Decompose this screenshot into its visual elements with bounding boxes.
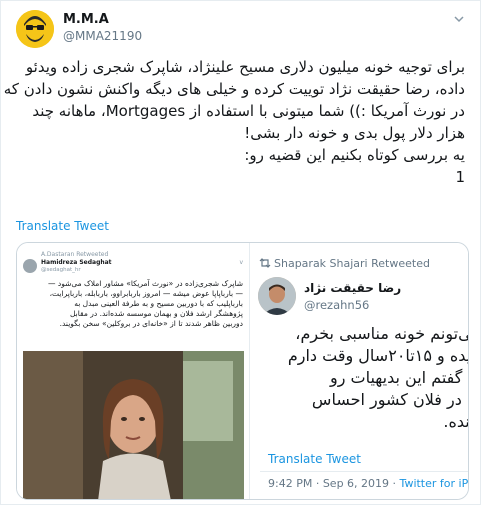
embedded-text-line: میده و ۱۵تا۲۰سال وقت دارم [287,346,468,365]
embedded-tweet-text: شاپرک شجری‌زاده در «نورث آمریکا» مشاور ا… [23,279,243,329]
embedded-text-line: نه در فلان کشور احساس [311,390,469,409]
avatar [258,277,296,315]
embedded-screenshot-right: Shaparak Shajari Retweeted رضا حقیقت نژا… [250,243,469,499]
display-name[interactable]: M.M.A [63,12,109,27]
cartoon-face-icon [16,10,54,48]
tweet-text-line: برای توجیه خونه میلیون دلاری مسیح علینژا… [25,58,465,76]
tweet-time: 9:42 PM [268,477,313,490]
tweet-date: Sep 6, 2019 [322,477,390,490]
retweet-note: A.Dastaran Retweeted [41,251,109,258]
user-handle: @rezahn56 [304,298,370,312]
embedded-tweet-text: می‌تونم خونه مناسبی بخرم، میده و ۱۵تا۲۰س… [250,323,469,433]
embedded-text-line: پژوهشگر ارشد فلان و بهمان موسسه شده‌اند.… [70,309,243,318]
man-photo-icon [258,277,296,315]
translate-tweet-link[interactable]: Translate Tweet [16,219,109,233]
embedded-text-line: بارباپلیب که با دوربین مسیح و به طرفة ال… [74,299,243,308]
tweet-text: برای توجیه خونه میلیون دلاری مسیح علینژا… [3,56,465,188]
divider [260,471,468,472]
video-thumbnail [23,351,244,499]
tweet-text-line: یه بررسی کوتاه بکنیم این قضیه رو: [244,146,465,164]
separator-dot: · [392,477,400,490]
retweet-icon [259,258,271,268]
tweet-timestamp: 9:42 PM · Sep 6, 2019 · Twitter for iPho… [268,477,469,490]
user-handle: @sedaghat_hr [41,267,81,273]
tweet-text-line: 1 [455,168,465,186]
embedded-text-line: شاپرک شجری‌زاده در «نورث آمریکا» مشاور ا… [47,279,243,288]
attached-image[interactable]: A.Dastaran Retweeted Hamidreza Sedaghat … [16,242,469,500]
tweet-text-line: داده، رضا حقیقت نژاد توییت کرده و خیلی ه… [3,80,465,98]
tweet-text-line: در نورث آمریکا :)) شما میتونی با استفاده… [32,102,465,120]
embedded-text-line: ی گفتم این بدیهیات رو [329,368,469,387]
embedded-text-line: — بارباپاپا عوض میشه — امروز باربابراوو،… [49,289,243,298]
embedded-text-line: دوربین ظاهر شدند تا از «خانه‌ای در بروکل… [59,319,243,328]
chevron-down-icon[interactable] [452,12,466,26]
chevron-down-icon: v [239,259,243,266]
display-name: Hamidreza Sedaghat [41,259,112,266]
tweet-text-line: هزار دلار پول بدی و خونه دار بشی! [244,124,465,142]
embedded-text-line: می‌تونم خونه مناسبی بخرم، [295,324,469,343]
retweet-note: Shaparak Shajari Retweeted [274,257,430,270]
video-woman-picture [23,351,244,499]
tweet-source: Twitter for iPhone [399,477,469,490]
display-name: رضا حقیقت نژاد [304,281,402,295]
user-handle[interactable]: @MMA21190 [63,29,142,43]
translate-tweet-link: Translate Tweet [268,452,361,466]
separator-dot: · [315,477,323,490]
avatar [23,259,37,273]
embedded-screenshot-left: A.Dastaran Retweeted Hamidreza Sedaghat … [17,243,250,499]
embedded-text-line: ، نده. [443,412,469,431]
tweet-card: M.M.A @MMA21190 برای توجیه خونه میلیون د… [0,0,481,505]
avatar[interactable] [16,10,54,48]
